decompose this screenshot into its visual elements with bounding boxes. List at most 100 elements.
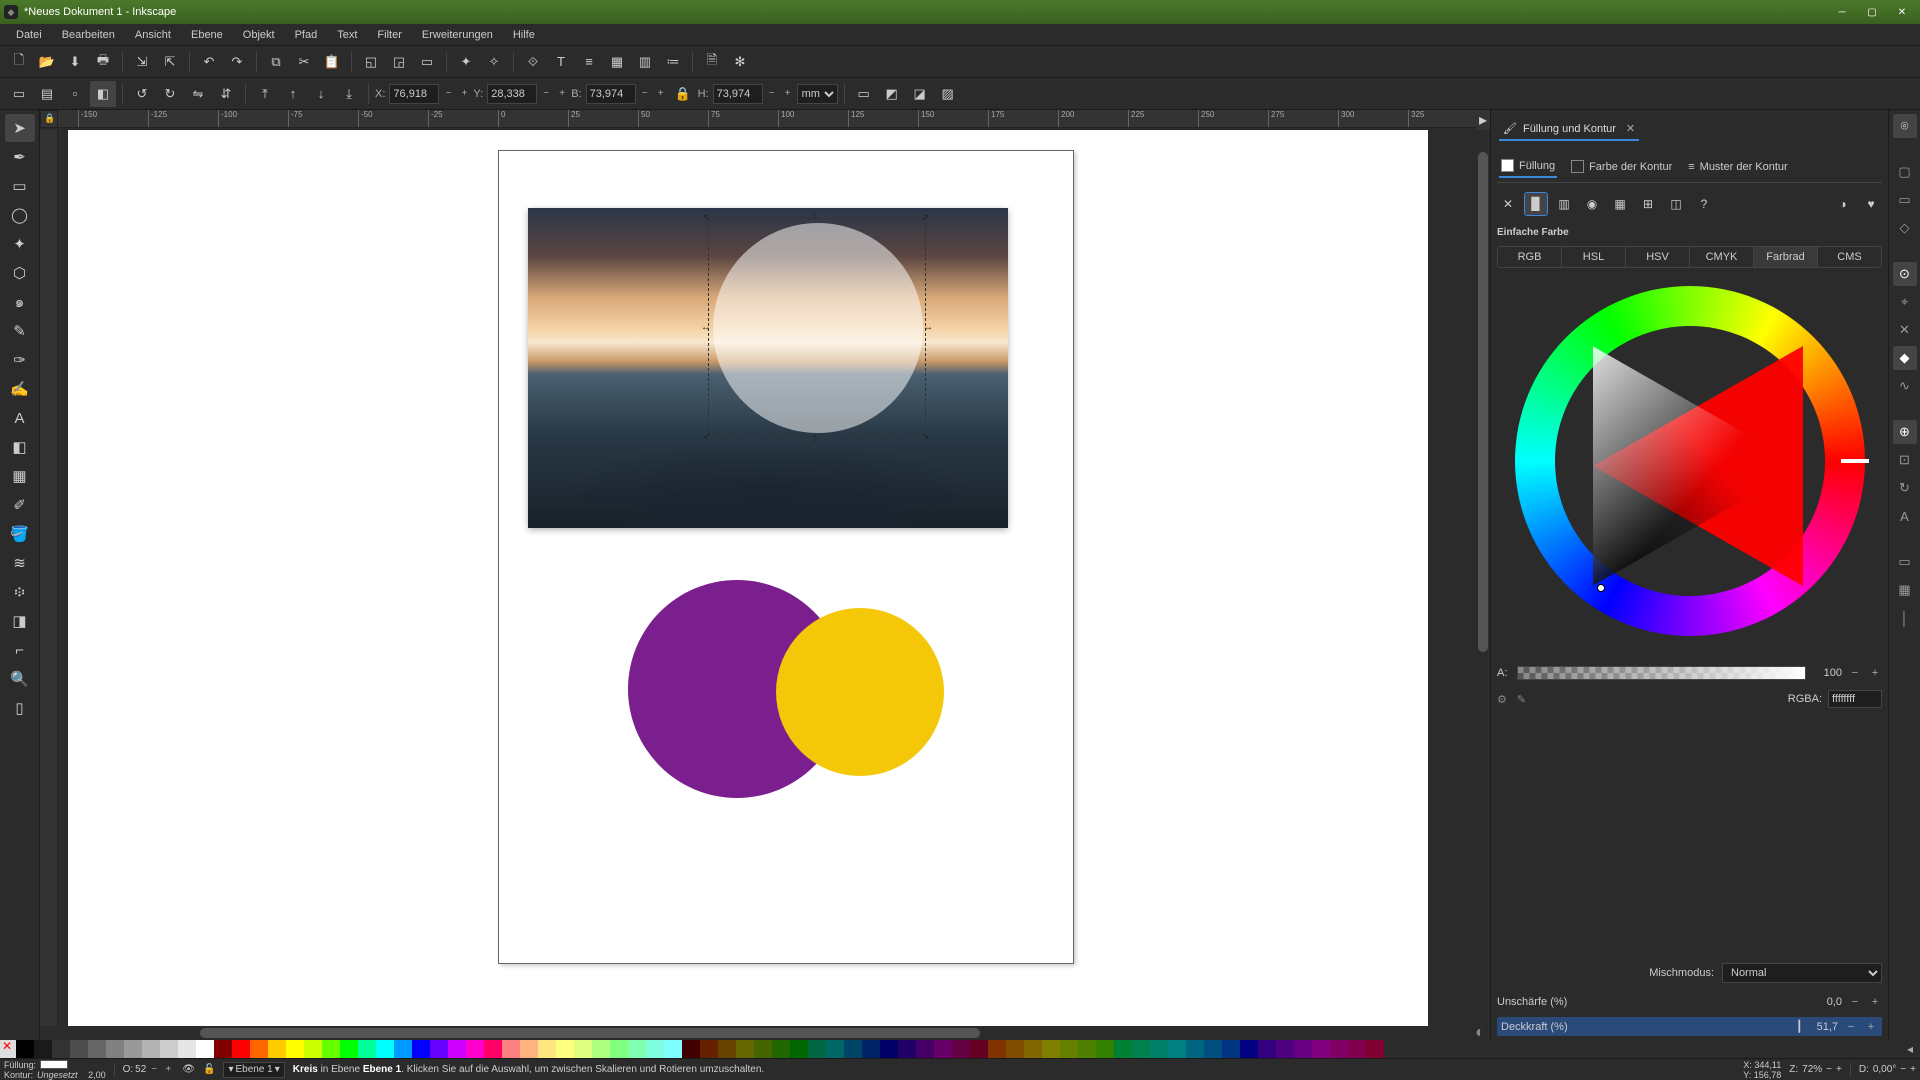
ungroup-icon[interactable]: Т bbox=[548, 49, 574, 75]
palette-swatch[interactable] bbox=[142, 1040, 160, 1058]
palette-swatch[interactable] bbox=[124, 1040, 142, 1058]
palette-swatch[interactable] bbox=[1186, 1040, 1204, 1058]
palette-swatch[interactable] bbox=[16, 1040, 34, 1058]
status-o-inc[interactable]: + bbox=[162, 1064, 174, 1075]
yellow-circle-shape[interactable] bbox=[776, 608, 944, 776]
hue-indicator-icon[interactable] bbox=[1841, 459, 1869, 463]
palette-swatch[interactable] bbox=[88, 1040, 106, 1058]
spray-tool-icon[interactable]: ፨ bbox=[5, 578, 35, 606]
copy-icon[interactable]: ⧉ bbox=[263, 49, 289, 75]
palette-swatch[interactable] bbox=[682, 1040, 700, 1058]
import-icon[interactable]: ⇲ bbox=[129, 49, 155, 75]
connector-tool-icon[interactable]: ⌐ bbox=[5, 636, 35, 664]
spiral-tool-icon[interactable]: ๑ bbox=[5, 288, 35, 316]
palette-swatch[interactable] bbox=[466, 1040, 484, 1058]
tab-fill[interactable]: Füllung bbox=[1499, 155, 1557, 178]
opacity-dec[interactable]: − bbox=[1844, 1021, 1858, 1033]
x-inc[interactable]: + bbox=[457, 84, 471, 104]
paint-pattern-icon[interactable]: ▦ bbox=[1609, 193, 1631, 215]
menu-text[interactable]: Text bbox=[327, 27, 367, 43]
snap-bbox-edge-icon[interactable]: ▭ bbox=[1893, 188, 1917, 212]
layer-visible-icon[interactable]: 👁 bbox=[182, 1064, 195, 1075]
scrollbar-horizontal[interactable]: ◐ bbox=[40, 1026, 1490, 1040]
status-stroke-width[interactable]: 2,00 bbox=[88, 1070, 106, 1080]
palette-swatch[interactable] bbox=[214, 1040, 232, 1058]
snap-grid-icon[interactable]: ▦ bbox=[1893, 578, 1917, 602]
zoom-page-icon[interactable]: ▭ bbox=[414, 49, 440, 75]
handle-sw-icon[interactable]: ↙ bbox=[703, 431, 713, 441]
x-input[interactable] bbox=[389, 84, 439, 104]
palette-swatch[interactable] bbox=[322, 1040, 340, 1058]
undo-icon[interactable]: ↶ bbox=[196, 49, 222, 75]
panel-close-icon[interactable]: ✕ bbox=[1626, 122, 1635, 135]
close-button[interactable]: ✕ bbox=[1888, 3, 1916, 21]
palette-swatch[interactable] bbox=[1204, 1040, 1222, 1058]
raise-icon[interactable]: ↑ bbox=[280, 81, 306, 107]
rotate-ccw-icon[interactable]: ↺ bbox=[129, 81, 155, 107]
menu-file[interactable]: Datei bbox=[6, 27, 52, 43]
snap-center-icon[interactable]: ⊡ bbox=[1893, 448, 1917, 472]
palette-none-icon[interactable] bbox=[0, 1040, 16, 1058]
lower-bottom-icon[interactable]: ⤓ bbox=[336, 81, 362, 107]
menu-path[interactable]: Pfad bbox=[285, 27, 328, 43]
palette-swatch[interactable] bbox=[1060, 1040, 1078, 1058]
palette-swatch[interactable] bbox=[376, 1040, 394, 1058]
rot-inc-icon[interactable]: + bbox=[1910, 1064, 1916, 1075]
calligraphy-tool-icon[interactable]: ✍ bbox=[5, 375, 35, 403]
gradient-tool-icon[interactable]: ◧ bbox=[5, 433, 35, 461]
flip-h-icon[interactable]: ⇋ bbox=[185, 81, 211, 107]
opacity-slider-thumb-icon[interactable]: ┃ bbox=[1796, 1020, 1800, 1033]
handle-se-icon[interactable]: ↘ bbox=[921, 431, 931, 441]
colormode-cms[interactable]: CMS bbox=[1818, 247, 1881, 267]
w-dec[interactable]: − bbox=[638, 84, 652, 104]
align-dialog-icon[interactable]: ≡ bbox=[576, 49, 602, 75]
w-input[interactable] bbox=[586, 84, 636, 104]
ruler-vertical[interactable] bbox=[40, 130, 58, 1026]
tab-stroke-style[interactable]: ≡ Muster der Kontur bbox=[1686, 155, 1789, 178]
handle-w-icon[interactable]: ↔ bbox=[701, 322, 711, 332]
rotate-cw-icon[interactable]: ↻ bbox=[157, 81, 183, 107]
menu-view[interactable]: Ansicht bbox=[125, 27, 181, 43]
palette-swatch[interactable] bbox=[826, 1040, 844, 1058]
handle-s-icon[interactable]: ↕ bbox=[812, 433, 822, 443]
selected-circle-shape[interactable] bbox=[713, 223, 923, 433]
paint-linear-icon[interactable]: ▥ bbox=[1553, 193, 1575, 215]
ruler-horizontal[interactable]: -150 -125 -100 -75 -50 -25 0 25 50 75 10… bbox=[58, 110, 1476, 128]
dropper-icon[interactable]: ✎ bbox=[1517, 693, 1526, 706]
fillrule-evenodd-icon[interactable]: ◑ bbox=[1832, 193, 1854, 215]
palette-swatch[interactable] bbox=[1312, 1040, 1330, 1058]
mesh-tool-icon[interactable]: ▦ bbox=[5, 462, 35, 490]
prefs-icon[interactable]: ✻ bbox=[727, 49, 753, 75]
h-dec[interactable]: − bbox=[765, 84, 779, 104]
snap-page-icon[interactable]: ▭ bbox=[1893, 550, 1917, 574]
palette-swatch[interactable] bbox=[934, 1040, 952, 1058]
palette-swatch[interactable] bbox=[1096, 1040, 1114, 1058]
palette-swatch[interactable] bbox=[268, 1040, 286, 1058]
palette-swatch[interactable] bbox=[232, 1040, 250, 1058]
palette-swatch[interactable] bbox=[1222, 1040, 1240, 1058]
palette-swatch[interactable] bbox=[70, 1040, 88, 1058]
menu-help[interactable]: Hilfe bbox=[503, 27, 545, 43]
handle-nw-icon[interactable]: ↖ bbox=[703, 213, 713, 223]
paint-radial-icon[interactable]: ◉ bbox=[1581, 193, 1603, 215]
zoom-selection-icon[interactable]: ◱ bbox=[358, 49, 384, 75]
ruler-toggle-icon[interactable]: ▸ bbox=[1476, 110, 1490, 130]
blur-inc[interactable]: + bbox=[1868, 996, 1882, 1008]
menu-edit[interactable]: Bearbeiten bbox=[52, 27, 125, 43]
palette-swatch[interactable] bbox=[1150, 1040, 1168, 1058]
color-picker-dot-icon[interactable] bbox=[1597, 584, 1605, 592]
handle-ne-icon[interactable]: ↗ bbox=[921, 213, 931, 223]
palette-swatch[interactable] bbox=[1240, 1040, 1258, 1058]
lower-icon[interactable]: ↓ bbox=[308, 81, 334, 107]
move-gradient-icon[interactable]: ◪ bbox=[907, 81, 933, 107]
palette-swatch[interactable] bbox=[304, 1040, 322, 1058]
handle-e-icon[interactable]: ↔ bbox=[923, 322, 933, 332]
palette-swatch[interactable] bbox=[754, 1040, 772, 1058]
box3d-tool-icon[interactable]: ⬡ bbox=[5, 259, 35, 287]
palette-swatch[interactable] bbox=[1006, 1040, 1024, 1058]
color-wheel[interactable] bbox=[1515, 286, 1865, 646]
alpha-inc[interactable]: + bbox=[1868, 667, 1882, 679]
scale-stroke-icon[interactable]: ▭ bbox=[851, 81, 877, 107]
paste-icon[interactable]: 📋 bbox=[319, 49, 345, 75]
opacity-inc[interactable]: + bbox=[1864, 1021, 1878, 1033]
